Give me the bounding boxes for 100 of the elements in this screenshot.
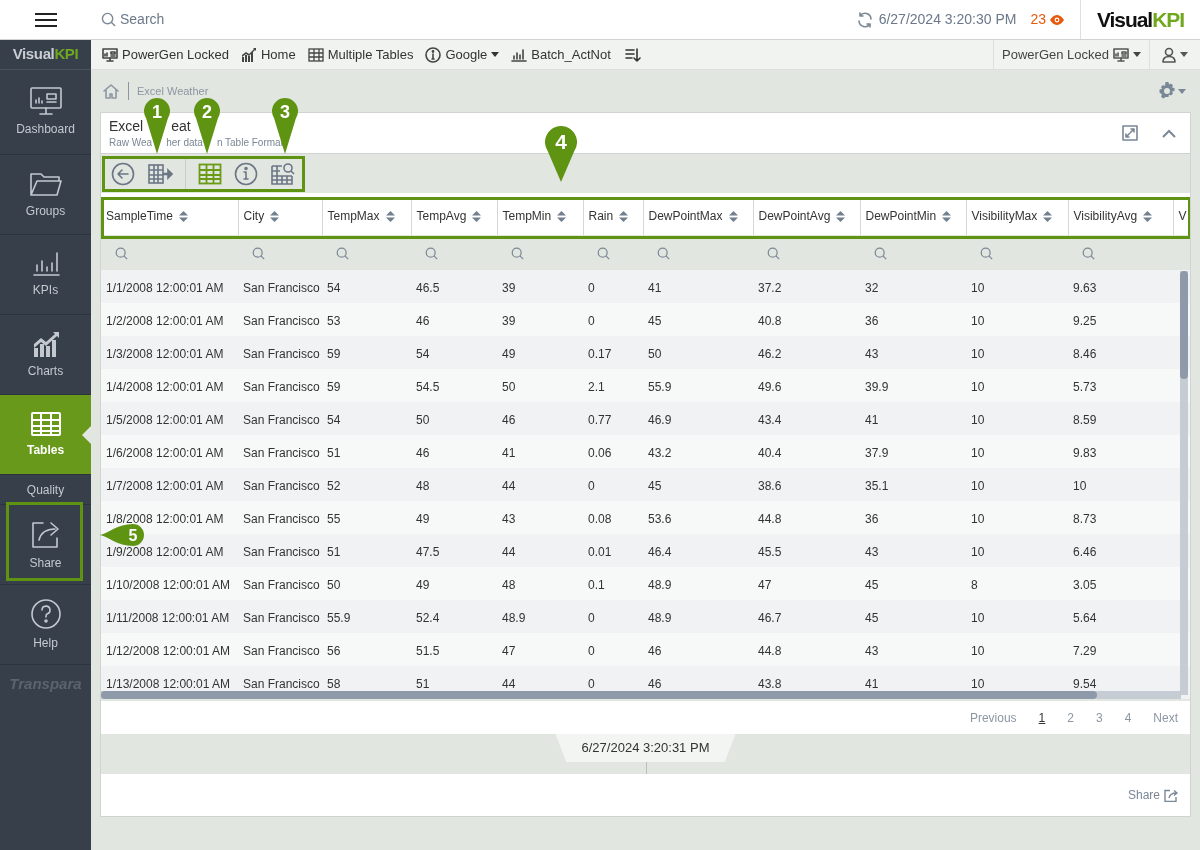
favorite-link[interactable]: Google <box>425 44 500 65</box>
filter-search-icon[interactable] <box>767 247 780 260</box>
filter-search-icon[interactable] <box>252 247 265 260</box>
favorite-link[interactable]: Home <box>240 44 296 65</box>
filter-search-icon[interactable] <box>336 247 349 260</box>
toolbar-button[interactable] <box>111 161 135 186</box>
filter-search-icon[interactable] <box>597 247 610 260</box>
table-cell: 44 <box>502 676 516 691</box>
filter-search-icon[interactable] <box>657 247 670 260</box>
table-cell: 10 <box>971 643 985 658</box>
sort-icon[interactable] <box>1143 210 1153 222</box>
toolbar-button[interactable] <box>270 161 296 186</box>
table-cell: 50 <box>502 379 516 394</box>
table-cell: 0.17 <box>588 346 612 361</box>
toolbar-button[interactable] <box>147 162 173 185</box>
table-cell: 46.7 <box>758 610 782 625</box>
menu-icon[interactable] <box>34 11 57 28</box>
collapse-icon[interactable] <box>1162 128 1176 138</box>
caret-icon <box>1178 88 1186 94</box>
favorite-link[interactable]: PowerGen Locked <box>102 44 229 65</box>
table-cell: 36 <box>865 511 879 526</box>
table-cell: 10 <box>971 544 985 559</box>
table-cell: San Francisco <box>243 544 320 559</box>
sort-icon[interactable] <box>557 210 567 222</box>
table-cell: 0.77 <box>588 412 612 427</box>
layout-dropdown[interactable]: PowerGen Locked <box>993 40 1149 69</box>
vertical-scrollbar[interactable] <box>1180 271 1188 695</box>
favorite-link[interactable]: Multiple Tables <box>307 44 414 65</box>
home-icon[interactable] <box>102 83 120 99</box>
table-cell: 1/6/2008 12:00:01 AM <box>106 445 224 460</box>
table-cell: 41 <box>648 280 662 295</box>
sort-icon[interactable] <box>619 210 629 222</box>
expand-icon[interactable] <box>1122 125 1138 141</box>
settings-menu[interactable] <box>1158 82 1186 100</box>
refresh-icon[interactable] <box>856 11 873 28</box>
table-cell: 9.83 <box>1073 445 1097 460</box>
sort-icon[interactable] <box>836 210 846 222</box>
timestamp: 6/27/2024 3:20:30 PM <box>878 10 1017 29</box>
filter-search-icon[interactable] <box>874 247 887 260</box>
table-cell: 51 <box>327 544 341 559</box>
sort-icon[interactable] <box>385 210 395 222</box>
table-cell: 40.8 <box>758 313 782 328</box>
sort-icon[interactable] <box>270 210 280 222</box>
table-cell: 49 <box>416 577 430 592</box>
sort-icon[interactable] <box>472 210 482 222</box>
table-cell: 3.05 <box>1073 577 1097 592</box>
sidebar-item[interactable]: Help <box>0 585 91 665</box>
sort-icon[interactable] <box>1043 210 1053 222</box>
table-cell: 5.73 <box>1073 379 1097 394</box>
sidebar-item[interactable]: Share <box>0 505 91 585</box>
table-cell: 10 <box>971 346 985 361</box>
export-icon <box>147 162 173 185</box>
table-cell: 54 <box>327 280 341 295</box>
table-cell: 40.4 <box>758 445 782 460</box>
table-cell: San Francisco <box>243 511 320 526</box>
table-cell: 10 <box>971 511 985 526</box>
filter-search-icon[interactable] <box>511 247 524 260</box>
filter-search-icon[interactable] <box>980 247 993 260</box>
horizontal-scrollbar[interactable] <box>101 691 1181 699</box>
table-cell: San Francisco <box>243 643 320 658</box>
dashboard-icon <box>28 86 63 116</box>
eye-icon[interactable] <box>1050 14 1064 25</box>
table-cell: 10 <box>1073 478 1087 493</box>
table-cell: 0.01 <box>588 544 612 559</box>
filter-search-icon[interactable] <box>115 247 128 260</box>
table-cell: 41 <box>865 676 879 691</box>
filter-search-icon[interactable] <box>425 247 438 260</box>
table-cell: 0.1 <box>588 577 605 592</box>
table-cell: 54 <box>327 412 341 427</box>
sort-list-icon[interactable] <box>624 47 641 62</box>
share-link[interactable]: Share <box>1127 786 1178 804</box>
table-cell: 45 <box>648 478 662 493</box>
table-cell: 10 <box>971 676 985 691</box>
sidebar-item[interactable]: Groups <box>0 155 91 235</box>
table-cell: 10 <box>971 280 985 295</box>
filter-search-icon[interactable] <box>1082 247 1095 260</box>
table-cell: 1/13/2008 12:00:01 AM <box>106 676 231 691</box>
favorite-link[interactable]: Batch_ActNot <box>511 44 611 65</box>
toolbar-button[interactable] <box>198 162 222 185</box>
table-cell: 1/4/2008 12:00:01 AM <box>106 379 224 394</box>
alert-count[interactable]: 23 <box>1030 9 1046 30</box>
sort-icon[interactable] <box>942 210 952 222</box>
table-cell: 59 <box>327 346 341 361</box>
toolbar-button[interactable] <box>234 161 258 186</box>
sort-icon[interactable] <box>178 210 188 222</box>
sidebar-item[interactable]: Dashboard <box>0 70 91 155</box>
search-field[interactable]: Search <box>120 9 320 30</box>
sort-icon[interactable] <box>728 210 738 222</box>
sidebar-item[interactable]: KPIs <box>0 235 91 315</box>
growth-chart-icon <box>240 46 257 63</box>
table-cell: 8.46 <box>1073 346 1097 361</box>
table-cell: 49 <box>502 346 516 361</box>
pagination-link[interactable]: 1 <box>1038 708 1046 727</box>
table-cell: 49.6 <box>758 379 782 394</box>
table-cell: 32 <box>865 280 879 295</box>
monitor-icon <box>102 46 118 63</box>
sidebar-item[interactable]: Quality <box>0 475 91 505</box>
table-cell: San Francisco <box>243 610 320 625</box>
table-cell: 45 <box>865 610 879 625</box>
table-cell: 43 <box>865 544 879 559</box>
